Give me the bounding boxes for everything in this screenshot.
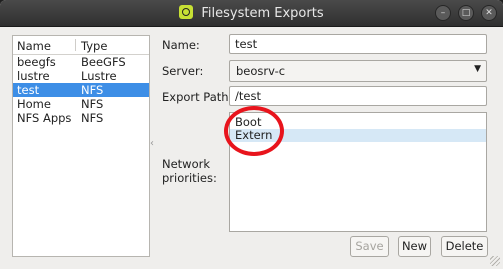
annotation-circle [224, 106, 284, 156]
item-type: NFS [81, 83, 104, 97]
server-value: beosrv-c [236, 64, 286, 78]
filesystem-exports-window: Filesystem Exports – □ ✕ Name Type beegf… [0, 0, 503, 269]
close-icon[interactable]: ✕ [481, 5, 497, 21]
splitter-handle[interactable]: ‹ [150, 138, 154, 149]
chevron-down-icon: ▼ [474, 64, 481, 74]
title-bar[interactable]: Filesystem Exports – □ ✕ [0, 0, 503, 27]
export-path-field[interactable]: /test [229, 86, 487, 106]
filesystem-list[interactable]: Name Type beegfs BeeGFS lustre Lustre test… [12, 35, 150, 257]
window-title: Filesystem Exports [201, 6, 324, 21]
list-item[interactable]: Home NFS [13, 97, 149, 111]
network-priorities-label: Network priorities: [162, 157, 217, 185]
item-type: BeeGFS [81, 55, 126, 69]
item-name: NFS Apps [17, 111, 72, 125]
new-button[interactable]: New [398, 236, 431, 257]
list-item[interactable]: NFS Apps NFS [13, 111, 149, 125]
delete-button[interactable]: Delete [441, 236, 488, 257]
server-select[interactable]: beosrv-c ▼ [229, 60, 487, 82]
item-name: beegfs [17, 55, 56, 69]
item-name: Home [17, 97, 51, 111]
name-label: Name: [162, 38, 200, 52]
item-name: lustre [17, 69, 50, 83]
app-icon [179, 5, 194, 19]
title-area: Filesystem Exports [0, 5, 503, 21]
maximize-icon[interactable]: □ [458, 5, 474, 21]
list-item[interactable]: beegfs BeeGFS [13, 55, 149, 69]
column-header-type[interactable]: Type [81, 39, 107, 53]
column-separator[interactable] [75, 39, 76, 51]
item-type: NFS [81, 111, 104, 125]
item-type: Lustre [81, 69, 117, 83]
export-path-label: Export Path: [162, 90, 233, 104]
server-label: Server: [162, 64, 204, 78]
column-header-name[interactable]: Name [17, 39, 51, 53]
resize-grip[interactable] [490, 256, 500, 266]
list-header: Name Type [13, 36, 149, 55]
list-item[interactable]: lustre Lustre [13, 69, 149, 83]
item-name: test [17, 83, 40, 97]
minimize-icon[interactable]: – [435, 5, 451, 21]
list-item-selected[interactable]: test NFS [13, 83, 149, 97]
item-type: NFS [81, 97, 104, 111]
name-field[interactable]: test [229, 34, 487, 54]
save-button[interactable]: Save [350, 236, 389, 257]
